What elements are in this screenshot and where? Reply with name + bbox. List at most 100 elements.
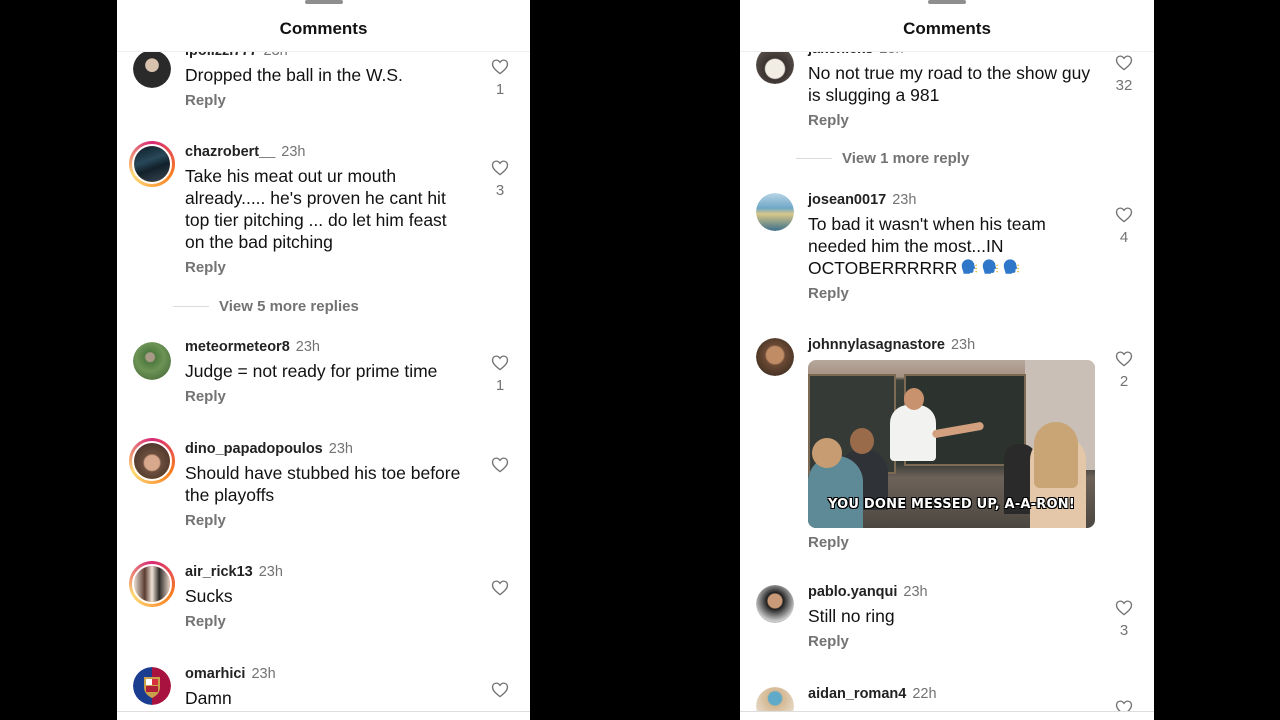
heart-icon — [491, 160, 509, 176]
sheet-footer — [117, 711, 530, 720]
gif-figure — [808, 456, 863, 528]
avatar-story-ring[interactable] — [129, 438, 175, 484]
comment-username[interactable]: air_rick13 — [185, 564, 253, 580]
reply-button[interactable]: Reply — [808, 112, 849, 129]
gif-figure — [890, 405, 936, 461]
comment-text: Still no ring — [808, 606, 895, 626]
avatar-story-ring[interactable] — [129, 561, 175, 607]
reply-button[interactable]: Reply — [185, 512, 226, 529]
reply-button[interactable]: Reply — [185, 92, 226, 109]
reply-button[interactable]: Reply — [808, 534, 849, 551]
like-button[interactable] — [490, 456, 510, 473]
comment-text: Sucks — [185, 586, 233, 606]
gif-caption: YOU DONE MESSED UP, A-A-RON! — [828, 497, 1075, 512]
heart-icon — [491, 355, 509, 371]
like-button[interactable]: 2 — [1114, 350, 1134, 390]
like-count: 4 — [1119, 229, 1129, 246]
comment-body: jakehicks23h No not true my road to the … — [808, 40, 1094, 130]
comment-username[interactable]: chazrobert__ — [185, 144, 275, 160]
heart-icon — [491, 457, 509, 473]
comment-time: 23h — [258, 564, 283, 580]
view-more-replies[interactable]: View 1 more reply — [796, 150, 969, 167]
avatar[interactable] — [133, 50, 171, 88]
speaking-head-emoji-icon — [1004, 259, 1020, 274]
comment-time: 23h — [251, 666, 276, 682]
comment-body: chazrobert__ 23h Take his meat out ur mou… — [185, 143, 470, 277]
sheet-header: Comments — [117, 0, 530, 52]
drag-handle[interactable] — [928, 0, 966, 4]
comment-time: 23h — [950, 337, 976, 353]
heart-icon — [1115, 600, 1133, 616]
drag-handle[interactable] — [304, 0, 343, 4]
divider-line — [173, 306, 209, 307]
like-button[interactable]: 1 — [490, 354, 510, 394]
avatar[interactable] — [133, 342, 171, 380]
like-count: 2 — [1119, 373, 1129, 390]
speaking-head-emoji-icon — [983, 259, 999, 274]
reply-button[interactable]: Reply — [185, 388, 226, 405]
like-button[interactable]: 32 — [1114, 54, 1134, 94]
comment-username[interactable]: omarhici — [185, 666, 245, 682]
comment-text: To bad it wasn't when his team needed hi… — [808, 213, 1094, 279]
reply-button[interactable]: Reply — [808, 633, 849, 650]
comment-body: meteormeteor8 23h Judge = not ready for p… — [185, 338, 470, 406]
avatar[interactable] — [756, 585, 794, 623]
comment-username[interactable]: meteormeteor8 — [185, 339, 290, 355]
view-replies-label[interactable]: View 1 more reply — [842, 150, 969, 167]
heart-icon — [491, 682, 509, 698]
comment-time: 23h — [903, 584, 928, 600]
fc-barcelona-crest-icon — [144, 677, 160, 698]
heart-icon — [491, 580, 509, 596]
like-button[interactable]: 3 — [1114, 599, 1134, 639]
comment-body: air_rick13 23h Sucks Reply — [185, 563, 470, 631]
reply-button[interactable]: Reply — [185, 613, 226, 630]
comment-time: 23h — [328, 441, 353, 457]
gif-figure — [812, 438, 842, 468]
reply-button[interactable]: Reply — [185, 259, 226, 276]
view-replies-label[interactable]: View 5 more replies — [219, 298, 359, 315]
like-count: 1 — [495, 81, 505, 98]
comment-time: 23h — [295, 339, 320, 355]
comment-username[interactable]: pablo.yanqui — [808, 584, 897, 600]
like-button[interactable] — [490, 579, 510, 596]
avatar[interactable] — [756, 193, 794, 231]
comment-username[interactable]: josean0017 — [808, 192, 886, 208]
comment-text: Damn — [185, 688, 232, 708]
avatar[interactable] — [756, 338, 794, 376]
sheet-header: Comments — [740, 0, 1154, 52]
like-count: 1 — [495, 377, 505, 394]
comment-username[interactable]: aidan_roman4 — [808, 686, 906, 702]
heart-icon — [1115, 351, 1133, 367]
comment-time: 23h — [281, 144, 306, 160]
avatar[interactable] — [133, 667, 171, 705]
comment-time: 22h — [912, 686, 937, 702]
comments-sheet-left: Comments ipolizzi77723h Dropped the ball… — [117, 0, 530, 720]
sheet-title: Comments — [903, 19, 991, 38]
comment-body: dino_papadopoulos 23h Should have stubbed… — [185, 440, 470, 530]
comment-username[interactable]: dino_papadopoulos — [185, 441, 323, 457]
comment-body: ipolizzi77723h Dropped the ball in the W… — [185, 42, 470, 110]
view-more-replies[interactable]: View 5 more replies — [173, 298, 359, 315]
gif-figure — [1034, 422, 1078, 488]
sheet-title: Comments — [279, 19, 368, 38]
like-button[interactable]: 3 — [490, 159, 510, 199]
gif-attachment[interactable]: YOU DONE MESSED UP, A-A-RON! — [808, 360, 1095, 528]
comment-time: 23h — [892, 192, 917, 208]
comment-body: pablo.yanqui 23h Still no ring Reply — [808, 583, 1094, 651]
comment-body: aidan_roman4 22h — [808, 685, 1094, 703]
comment-username[interactable]: johnnylasagnastore — [808, 337, 945, 353]
like-button[interactable] — [490, 681, 510, 698]
comment-text: Should have stubbed his toe before the p… — [185, 463, 461, 505]
sheet-footer — [740, 711, 1154, 720]
comments-sheet-right: Comments jakehicks23h No not true my roa… — [740, 0, 1154, 720]
comment-text: Take his meat out ur mouth already..... … — [185, 166, 447, 252]
like-button[interactable]: 1 — [490, 58, 510, 98]
avatar-story-ring[interactable] — [129, 141, 175, 187]
comment-body: josean0017 23h To bad it wasn't when his … — [808, 191, 1094, 303]
reply-button[interactable]: Reply — [808, 285, 849, 302]
like-count: 32 — [1115, 77, 1133, 94]
comment-body: omarhici 23h Damn — [185, 665, 470, 709]
heart-icon — [1115, 207, 1133, 223]
like-button[interactable]: 4 — [1114, 206, 1134, 246]
heart-icon — [1115, 55, 1133, 71]
